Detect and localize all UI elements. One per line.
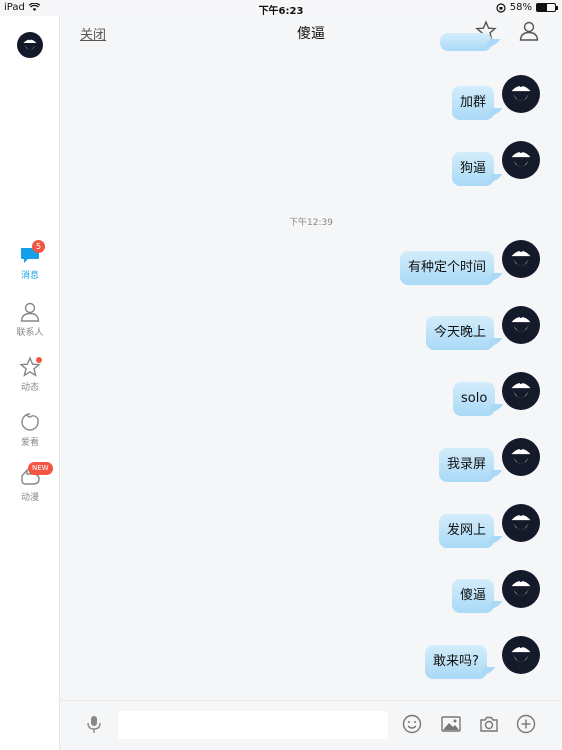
sender-avatar[interactable] (502, 75, 540, 113)
battery-percent: 58% (509, 2, 532, 13)
sidebar-item-label: 动态 (20, 383, 39, 393)
anime-badge: NEW (28, 462, 53, 475)
sender-avatar[interactable] (502, 306, 540, 344)
sender-avatar[interactable] (502, 372, 540, 410)
message-bubble[interactable]: 敢来吗? (425, 645, 487, 679)
microphone-icon[interactable] (84, 714, 104, 734)
sender-avatar[interactable] (502, 504, 540, 542)
sidebar-item-watch[interactable]: 爱看 (0, 411, 60, 448)
message-bubble[interactable]: 傻逼 (452, 579, 495, 613)
sender-avatar[interactable] (502, 240, 540, 278)
sidebar-item-messages[interactable]: 5 消息 (0, 240, 60, 281)
message-bubble[interactable]: 发网上 (439, 514, 495, 548)
battery-fill (537, 4, 548, 11)
sidebar-item-label: 动漫 (20, 493, 39, 503)
message-input[interactable] (118, 711, 388, 739)
emoji-icon[interactable] (401, 713, 423, 735)
message-bubble[interactable]: 有种定个时间 (400, 251, 495, 285)
camera-icon[interactable] (478, 713, 500, 735)
message-bubble[interactable]: 狗逼 (452, 152, 495, 186)
swirl-icon (21, 413, 39, 431)
sidebar-item-contacts[interactable]: 联系人 (0, 301, 60, 338)
messages-badge: 5 (32, 240, 46, 253)
image-icon[interactable] (440, 713, 462, 735)
user-avatar[interactable] (17, 32, 43, 58)
input-bar (60, 700, 562, 750)
message-bubble[interactable]: 加群 (452, 86, 495, 120)
sidebar-item-label: 爱看 (20, 438, 39, 448)
message-bubble[interactable]: solo (453, 382, 496, 416)
rotation-lock-icon (496, 2, 506, 13)
sidebar-item-anime[interactable]: NEW 动漫 (0, 462, 60, 503)
sender-avatar[interactable] (502, 438, 540, 476)
plus-icon[interactable] (515, 713, 537, 735)
message-timestamp: 下午12:39 (289, 218, 333, 228)
feed-dot (36, 357, 42, 363)
sender-avatar[interactable] (502, 141, 540, 179)
message-bubble[interactable]: 今天晚上 (426, 316, 495, 350)
sidebar-item-feed[interactable]: 动态 (0, 356, 60, 393)
sender-avatar[interactable] (502, 570, 540, 608)
message-bubble-clipped (440, 33, 492, 51)
sidebar-item-label: 消息 (20, 271, 39, 281)
sidebar: 5 消息 联系人 动态 爱看 NEW 动漫 (0, 16, 60, 750)
profile-icon[interactable] (518, 20, 540, 42)
sidebar-item-label: 联系人 (16, 328, 44, 338)
status-bar: iPad 下午6:23 58% (0, 0, 562, 17)
person-icon (20, 302, 40, 322)
status-time: 下午6:23 (258, 6, 304, 17)
message-bubble[interactable]: 我录屏 (439, 448, 495, 482)
battery-icon (536, 3, 558, 12)
sender-avatar[interactable] (502, 636, 540, 674)
